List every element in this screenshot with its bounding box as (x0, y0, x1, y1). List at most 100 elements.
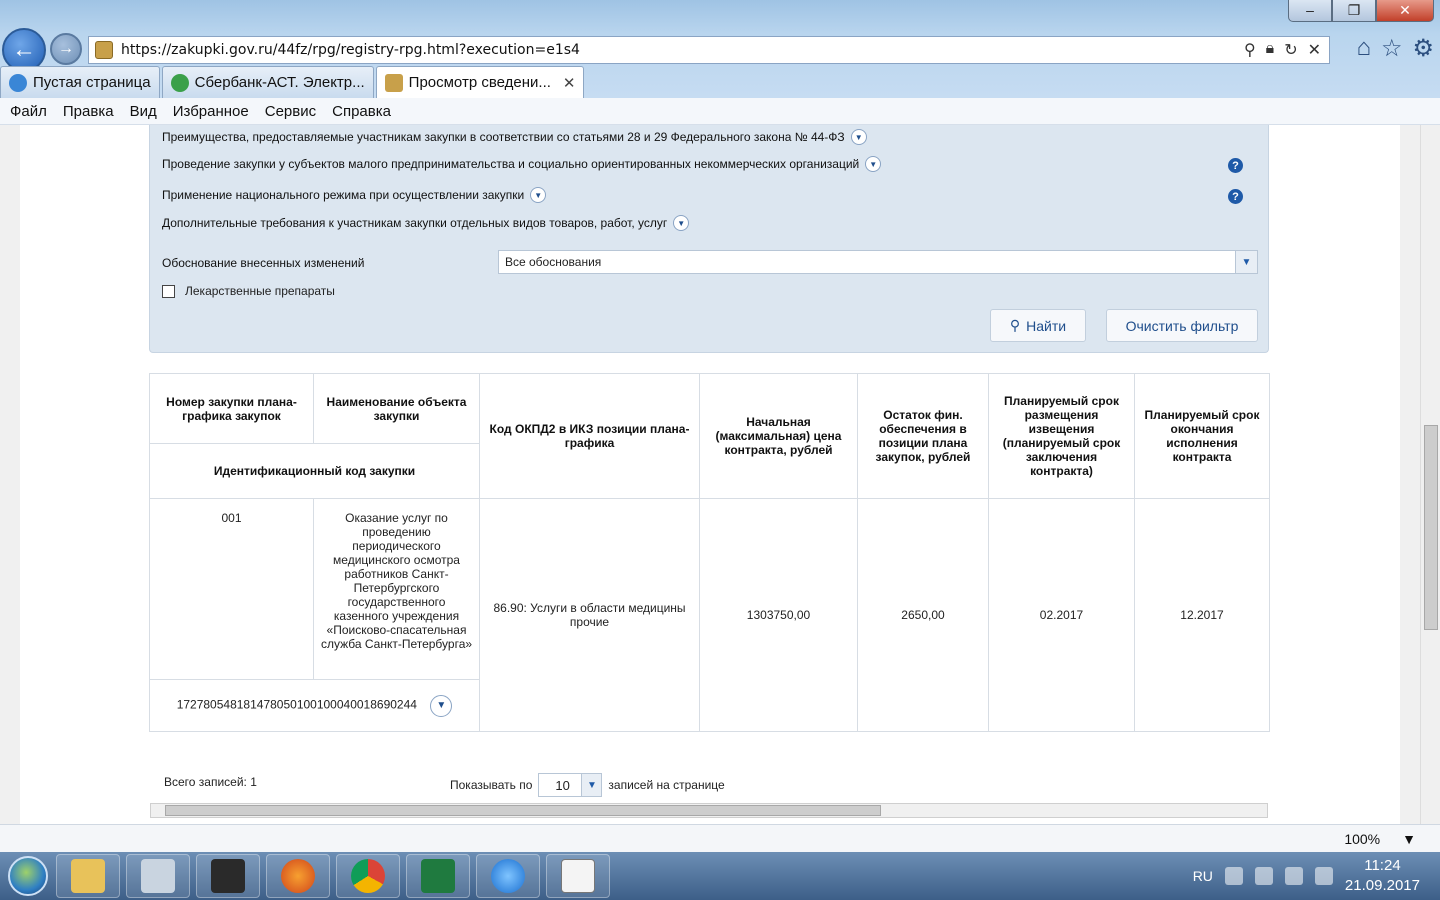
zoom-level[interactable]: 100% (1344, 831, 1380, 847)
browser-toolbar-icons: ⌂ ☆ ⚙ (1356, 34, 1434, 63)
filter-label: Дополнительные требования к участникам з… (162, 216, 668, 230)
printer-icon[interactable] (1284, 867, 1303, 885)
page-viewport: Преимущества, предоставляемые участникам… (0, 125, 1420, 824)
chevron-down-icon[interactable]: ▼ (865, 156, 882, 172)
vertical-scroll-thumb[interactable] (1424, 425, 1438, 630)
filter-additional-requirements[interactable]: Дополнительные требования к участникам з… (162, 215, 690, 231)
cell-end: 12.2017 (1134, 498, 1270, 732)
chevron-down-icon[interactable]: ▼ (530, 187, 547, 203)
taskbar-ie[interactable] (476, 854, 540, 898)
per-page-select[interactable]: 10 ▼ (538, 773, 603, 797)
find-button-label: Найти (1026, 317, 1067, 334)
taskbar-chrome[interactable] (336, 854, 400, 898)
tab-blank-page[interactable]: Пустая страница (0, 66, 160, 98)
gear-icon[interactable]: ⚙ (1412, 34, 1434, 63)
forward-button[interactable]: → (50, 33, 82, 65)
minimize-button[interactable]: – (1288, 0, 1332, 22)
volume-icon[interactable] (1224, 867, 1243, 885)
chevron-down-icon[interactable]: ▼ (1402, 831, 1416, 847)
tab-label: Сбербанк-АСТ. Электр... (194, 74, 365, 91)
reason-select[interactable]: Все обоснования ▼ (498, 250, 1258, 274)
firefox-icon (281, 859, 315, 893)
menu-view[interactable]: Вид (130, 103, 157, 120)
browser-titlebar: – ❐ ✕ ← → https://zakupki.gov.ru/44fz/rp… (0, 0, 1440, 98)
horizontal-scrollbar[interactable] (150, 803, 1268, 818)
page-content: Преимущества, предоставляемые участникам… (20, 125, 1400, 824)
taskbar-firefox[interactable] (266, 854, 330, 898)
tab-label: Просмотр сведени... (408, 74, 551, 91)
flag-icon[interactable] (1314, 867, 1333, 885)
menu-file[interactable]: Файл (10, 103, 47, 120)
network-icon[interactable] (1254, 867, 1273, 885)
cell-number: 001 (149, 498, 314, 680)
chevron-down-icon[interactable]: ▼ (850, 129, 867, 145)
zoom-control[interactable]: 100% ▼ (1344, 831, 1416, 847)
chevron-down-icon[interactable]: ▼ (1235, 251, 1257, 273)
clear-filter-label: Очистить фильтр (1125, 317, 1239, 334)
ie-icon (9, 73, 27, 92)
maximize-button[interactable]: ❐ (1332, 0, 1376, 22)
start-button[interactable] (0, 852, 56, 900)
chrome-icon (351, 859, 385, 893)
chevron-down-icon[interactable]: ▼ (581, 774, 602, 796)
lock-icon[interactable]: 🔒︎ (1266, 40, 1275, 60)
tab-view-info[interactable]: Просмотр сведени... ✕ (375, 66, 585, 98)
filter-label: Проведение закупки у субъектов малого пр… (162, 157, 860, 171)
address-bar[interactable]: https://zakupki.gov.ru/44fz/rpg/registry… (88, 36, 1330, 64)
tab-sberbank-ast[interactable]: Сбербанк-АСТ. Электр... (161, 66, 374, 98)
filter-advantages[interactable]: Преимущества, предоставляемые участникам… (162, 129, 867, 145)
site-favicon-icon (95, 41, 113, 59)
filter-national-regime[interactable]: Применение национального режима при осущ… (162, 187, 547, 203)
menu-help[interactable]: Справка (332, 103, 391, 120)
taskbar-excel[interactable] (406, 854, 470, 898)
url-text[interactable]: https://zakupki.gov.ru/44fz/rpg/registry… (121, 42, 1244, 58)
clock[interactable]: 11:24 21.09.2017 (1345, 856, 1420, 896)
close-window-button[interactable]: ✕ (1376, 0, 1434, 22)
stop-icon[interactable]: ✕ (1308, 40, 1321, 60)
find-button[interactable]: ⚲ Найти (990, 309, 1086, 342)
menu-favorites[interactable]: Избранное (173, 103, 249, 120)
filter-label: Применение национального режима при осущ… (162, 188, 525, 202)
header-placement: Планируемый срок размещения извещения (п… (988, 373, 1135, 499)
per-page-control: Показывать по 10 ▼ записей на странице (450, 773, 725, 797)
taskbar-scanner[interactable] (196, 854, 260, 898)
refresh-icon[interactable]: ↻ (1284, 40, 1297, 60)
sberbank-icon (170, 73, 189, 92)
chevron-down-icon[interactable]: ▼ (673, 215, 690, 231)
horizontal-scroll-thumb[interactable] (165, 805, 881, 816)
menu-edit[interactable]: Правка (63, 103, 114, 120)
ie-icon (491, 859, 525, 893)
filter-panel: Преимущества, предоставляемые участникам… (149, 125, 1269, 353)
chevron-down-icon[interactable]: ▼ (430, 694, 453, 717)
taskbar-calendar[interactable] (546, 854, 610, 898)
header-ikz: Идентификационный код закупки (149, 443, 480, 499)
menu-tools[interactable]: Сервис (265, 103, 316, 120)
reason-label: Обоснование внесенных изменений (162, 256, 365, 270)
excel-icon (421, 859, 455, 893)
taskbar-explorer[interactable] (56, 854, 120, 898)
table-row: 001 Оказание услуг по проведению периоди… (149, 498, 1270, 732)
vertical-scrollbar[interactable] (1420, 125, 1440, 824)
home-icon[interactable]: ⌂ (1356, 34, 1371, 63)
drugs-checkbox[interactable] (162, 284, 175, 298)
language-indicator[interactable]: RU (1193, 868, 1213, 884)
tab-strip: Пустая страница Сбербанк-АСТ. Электр... … (0, 66, 586, 98)
tab-close-icon[interactable]: ✕ (563, 74, 576, 92)
clear-filter-button[interactable]: Очистить фильтр (1106, 309, 1258, 342)
search-icon[interactable]: ⚲ (1244, 40, 1256, 60)
drugs-checkbox-row[interactable]: Лекарственные препараты (162, 284, 335, 298)
cell-ikz: 172780548181478050100100040018690244 ▼ (149, 679, 480, 732)
favorites-star-icon[interactable]: ☆ (1381, 34, 1403, 63)
cell-price: 1303750,00 (699, 498, 858, 732)
calculator-icon (141, 859, 175, 893)
header-okpd: Код ОКПД2 в ИКЗ позиции плана-графика (479, 373, 700, 499)
menu-bar: Файл Правка Вид Избранное Сервис Справка (0, 98, 1440, 125)
help-icon[interactable]: ? (1228, 158, 1243, 173)
filter-small-business[interactable]: Проведение закупки у субъектов малого пр… (162, 156, 882, 172)
taskbar-calculator[interactable] (126, 854, 190, 898)
cell-placement: 02.2017 (988, 498, 1135, 732)
help-icon[interactable]: ? (1228, 189, 1243, 204)
window-controls: – ❐ ✕ (1288, 0, 1434, 22)
windows-orb-icon (8, 856, 48, 896)
clock-time: 11:24 (1364, 857, 1401, 874)
